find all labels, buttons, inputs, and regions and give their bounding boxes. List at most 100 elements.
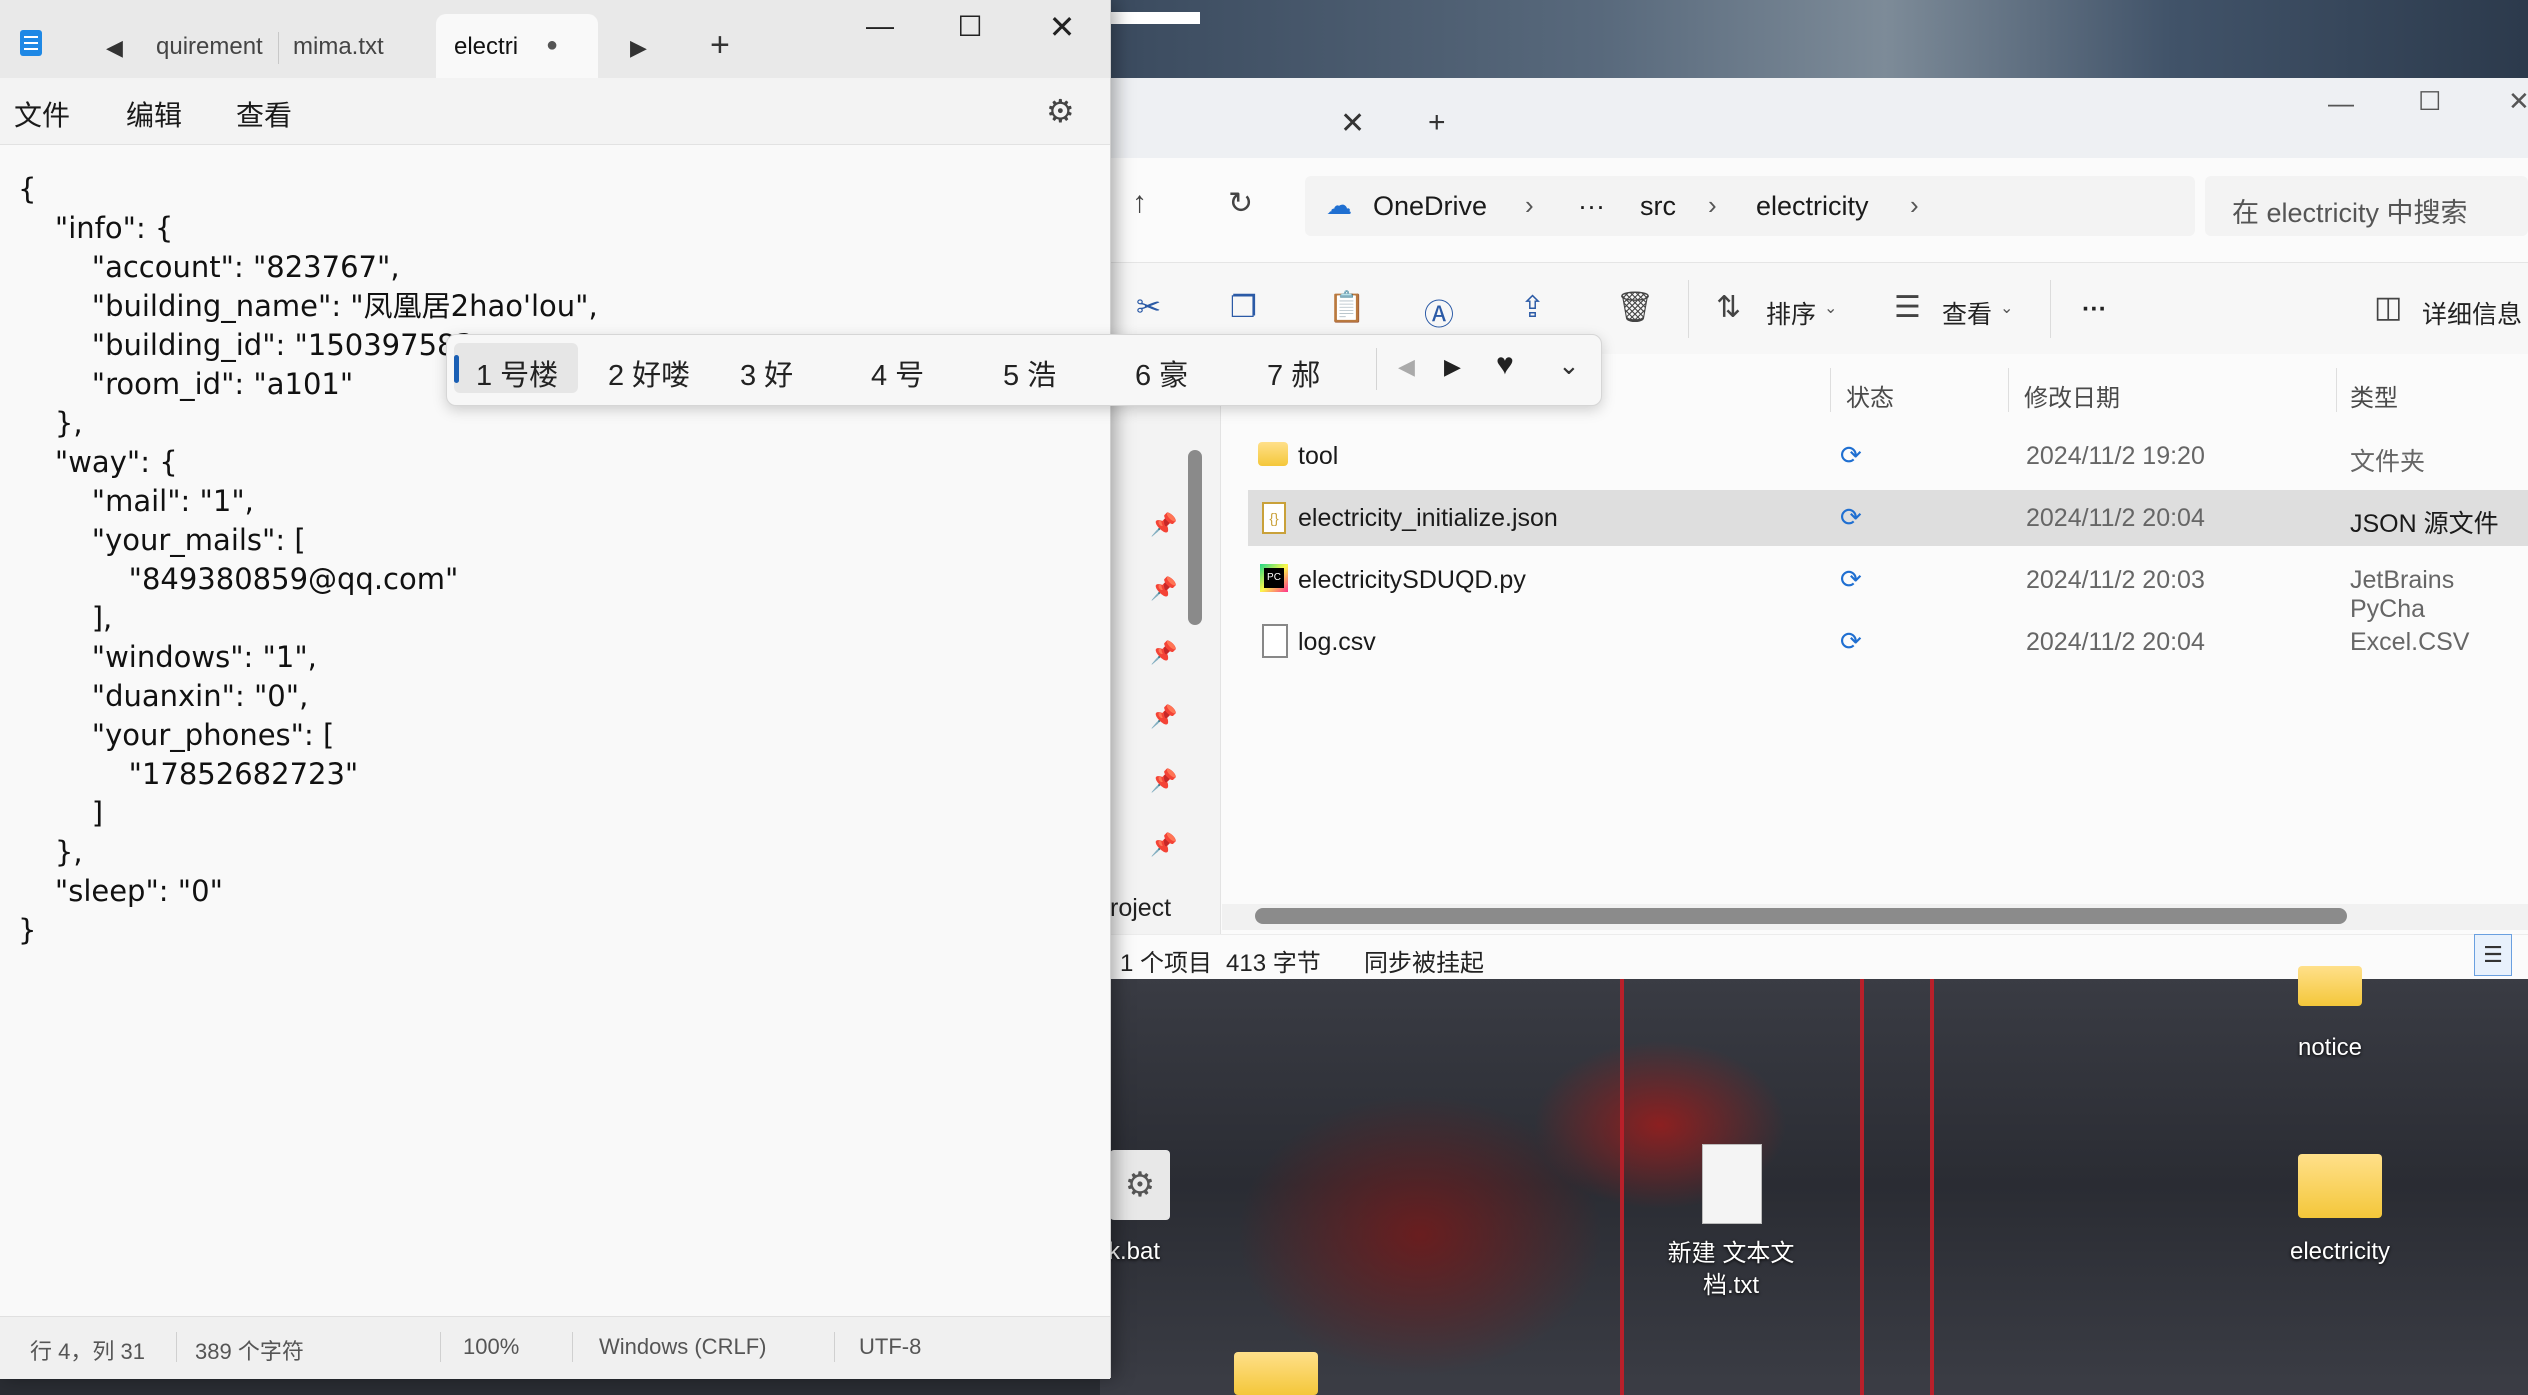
pin-icon[interactable]: 📌: [1150, 832, 1177, 858]
chevron-down-icon[interactable]: ⌄: [1824, 298, 1837, 318]
status-line-ending[interactable]: Windows (CRLF): [599, 1334, 766, 1360]
sync-status-icon: ⟳: [1840, 502, 1862, 532]
text-file-icon[interactable]: [1702, 1144, 1762, 1224]
editor-line: ]: [18, 796, 104, 830]
desktop-icon-new-text[interactable]: 新建 文本文档.txt: [1658, 1238, 1804, 1302]
status-zoom[interactable]: 100%: [463, 1334, 519, 1360]
ime-candidate-1[interactable]: 1 号楼: [476, 352, 558, 394]
file-modified: 2024/11/2 19:20: [2026, 442, 2205, 470]
breadcrumb-onedrive[interactable]: OneDrive: [1373, 191, 1487, 222]
file-row[interactable]: PC electricitySDUQD.py ⟳ 2024/11/2 20:03…: [1248, 552, 2528, 623]
status-encoding[interactable]: UTF-8: [859, 1334, 921, 1360]
up-arrow-icon[interactable]: ↑: [1132, 186, 1147, 220]
folder-icon: [1258, 442, 1288, 466]
refresh-icon[interactable]: ↻: [1228, 186, 1253, 221]
ime-expand-chevron-icon[interactable]: ⌄: [1558, 350, 1580, 381]
column-header-status[interactable]: 状态: [1846, 378, 1894, 413]
chevron-right-icon[interactable]: ›: [1708, 190, 1717, 221]
close-tab-icon[interactable]: ✕: [1340, 106, 1365, 141]
horizontal-scrollbar-thumb[interactable]: [1255, 908, 2347, 924]
ime-prev-page-icon[interactable]: ◀: [1398, 354, 1415, 380]
close-icon[interactable]: ✕: [2508, 86, 2528, 117]
gear-icon[interactable]: ⚙: [1110, 1150, 1170, 1220]
details-view-icon[interactable]: ☰: [2474, 934, 2512, 976]
nav-scrollbar[interactable]: [1188, 450, 1202, 625]
breadcrumb-electricity[interactable]: electricity: [1756, 191, 1869, 222]
column-header-modified[interactable]: 修改日期: [2024, 378, 2120, 413]
pin-icon[interactable]: 📌: [1150, 704, 1177, 730]
details-pane-icon[interactable]: ◫: [2374, 290, 2402, 325]
ime-candidate-7[interactable]: 7 郝: [1267, 352, 1320, 394]
sort-icon[interactable]: ⇅: [1716, 290, 1741, 325]
desktop-icon-electricity[interactable]: electricity: [2260, 1238, 2420, 1266]
unsaved-dot-icon[interactable]: ●: [546, 34, 558, 57]
menu-file[interactable]: 文件: [14, 94, 70, 134]
ime-selection-indicator: [454, 355, 459, 383]
ime-next-page-icon[interactable]: ▶: [1444, 354, 1461, 380]
new-tab-icon[interactable]: +: [1428, 106, 1446, 140]
file-row[interactable]: log.csv ⟳ 2024/11/2 20:04 Excel.CSV: [1248, 614, 2528, 670]
close-icon[interactable]: ✕: [1042, 8, 1082, 46]
new-tab-button[interactable]: +: [710, 26, 730, 65]
pin-icon[interactable]: 📌: [1150, 512, 1177, 538]
breadcrumb-src[interactable]: src: [1640, 191, 1676, 222]
tab-mima[interactable]: mima.txt: [293, 33, 384, 61]
copy-icon[interactable]: ❐: [1230, 290, 1257, 325]
desktop-icon-notice[interactable]: notice: [2260, 1034, 2400, 1062]
tab-scroll-right-icon[interactable]: ▶: [630, 35, 647, 61]
file-row[interactable]: {} electricity_initialize.json ⟳ 2024/11…: [1248, 490, 2528, 546]
desktop-wallpaper-top: [1100, 0, 2528, 90]
menu-view[interactable]: 查看: [236, 94, 292, 134]
chevron-right-icon[interactable]: ›: [1525, 190, 1534, 221]
editor-line: "windows": "1",: [18, 640, 317, 674]
nav-item-project[interactable]: roject: [1110, 894, 1171, 923]
tab-scroll-left-icon[interactable]: ◀: [106, 35, 123, 61]
editor-line: "way": {: [18, 445, 178, 479]
chevron-down-icon[interactable]: ⌄: [2000, 298, 2013, 318]
maximize-icon[interactable]: ☐: [2418, 86, 2441, 117]
ime-candidate-4[interactable]: 4 号: [871, 352, 924, 394]
rename-icon[interactable]: Ⓐ: [1424, 290, 1454, 334]
pin-icon[interactable]: 📌: [1150, 640, 1177, 666]
pin-icon[interactable]: 📌: [1150, 768, 1177, 794]
paste-icon[interactable]: 📋: [1328, 290, 1365, 325]
wallpaper-detail: [1860, 975, 1864, 1395]
view-button[interactable]: 查看: [1942, 295, 1992, 331]
minimize-icon[interactable]: —: [860, 10, 900, 42]
share-icon[interactable]: ⇪: [1520, 290, 1545, 325]
details-button[interactable]: 详细信息: [2422, 295, 2522, 331]
breadcrumb-ellipsis[interactable]: ···: [1578, 191, 1605, 222]
file-row[interactable]: tool ⟳ 2024/11/2 19:20 文件夹: [1248, 428, 2528, 484]
chevron-right-icon[interactable]: ›: [1910, 190, 1919, 221]
ime-candidate-2[interactable]: 2 好喽: [608, 352, 690, 394]
folder-icon[interactable]: [2298, 966, 2362, 1006]
sort-button[interactable]: 排序: [1766, 295, 1816, 331]
more-options-button[interactable]: ···: [2082, 295, 2107, 324]
status-divider: [572, 1332, 573, 1362]
view-icon[interactable]: ☰: [1894, 290, 1921, 325]
ime-candidate-3[interactable]: 3 好: [740, 352, 793, 394]
ime-candidate-6[interactable]: 6 豪: [1135, 352, 1188, 394]
editor-line: "sleep": "0": [18, 874, 223, 908]
pin-icon[interactable]: 📌: [1150, 576, 1177, 602]
file-modified: 2024/11/2 20:04: [2026, 504, 2205, 532]
sync-status-icon: ⟳: [1840, 626, 1862, 656]
editor-line: }: [18, 913, 37, 947]
file-type: Excel.CSV: [2350, 628, 2470, 656]
ime-candidate-5[interactable]: 5 浩: [1003, 352, 1056, 394]
folder-icon[interactable]: [2298, 1154, 2382, 1218]
cut-icon[interactable]: ✂: [1136, 290, 1161, 325]
folder-icon[interactable]: [1234, 1352, 1318, 1395]
menu-edit[interactable]: 编辑: [126, 94, 182, 134]
tab-electri-label[interactable]: electri: [454, 33, 518, 61]
column-header-type[interactable]: 类型: [2350, 378, 2398, 413]
ime-favorite-icon[interactable]: ♥: [1496, 348, 1514, 382]
search-input[interactable]: 在 electricity 中搜索: [2232, 191, 2468, 230]
maximize-icon[interactable]: ☐: [950, 10, 990, 43]
delete-icon[interactable]: 🗑: [1616, 290, 1654, 325]
desktop-icon-bat[interactable]: k.bat: [1108, 1238, 1168, 1266]
tab-quirement[interactable]: quirement: [156, 33, 263, 61]
minimize-icon[interactable]: —: [2328, 88, 2354, 119]
toolbar-separator: [1688, 280, 1689, 338]
settings-gear-icon[interactable]: ⚙: [1046, 92, 1075, 130]
